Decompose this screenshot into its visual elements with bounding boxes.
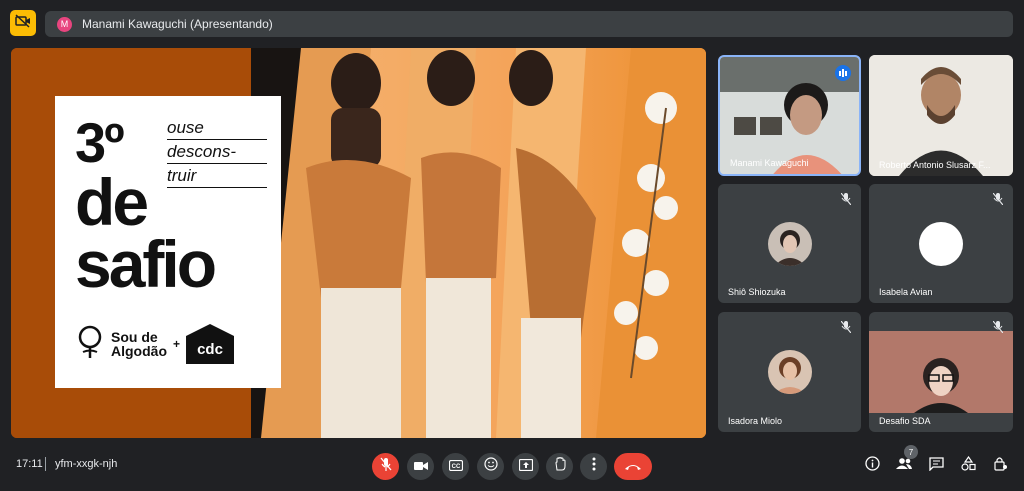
camera-icon xyxy=(413,458,428,476)
presentation-stage: 3º ouse descons- truir de safio Sou de A… xyxy=(11,48,706,438)
participant-name: Isadora Miolo xyxy=(728,416,783,426)
more-options-button[interactable] xyxy=(580,453,607,480)
chat-icon xyxy=(928,456,944,476)
shapes-icon xyxy=(960,455,976,476)
participant-tile[interactable]: Roberto Antonio Slusarz F... xyxy=(869,55,1013,176)
participant-tile[interactable]: Desafio SDA xyxy=(869,312,1013,432)
emoji-icon xyxy=(483,457,498,476)
presenter-bar: M Manami Kawaguchi (Apresentando) xyxy=(45,11,1013,37)
brand-sou-de-algodao: Sou de Algodão xyxy=(111,330,167,358)
presenter-avatar: M xyxy=(57,16,72,32)
hang-up-icon xyxy=(624,458,642,476)
people-button[interactable] xyxy=(894,456,914,476)
closed-captions-icon: CC xyxy=(448,458,463,476)
meeting-code: yfm-xxgk-njh xyxy=(55,458,118,470)
tagline-line-1: ouse xyxy=(167,118,267,140)
cotton-flower-icon xyxy=(75,325,105,364)
avatar xyxy=(768,350,812,394)
speaking-indicator xyxy=(835,65,851,81)
tagline-line-2: descons- xyxy=(167,142,267,164)
avatar xyxy=(919,222,963,266)
mic-off-icon xyxy=(991,192,1005,206)
audio-level-icon xyxy=(838,64,848,82)
slide-title-line-2: safio xyxy=(75,227,217,301)
participant-name: Isabela Avian xyxy=(879,287,933,297)
lock-person-icon xyxy=(993,456,1008,476)
meeting-details-button[interactable] xyxy=(862,456,882,476)
camera-button[interactable] xyxy=(407,453,434,480)
slide-tagline: ouse descons- truir xyxy=(167,118,267,190)
hand-icon xyxy=(554,456,566,476)
slide-title-card: 3º ouse descons- truir de safio Sou de A… xyxy=(55,96,281,388)
leave-call-button[interactable] xyxy=(614,453,652,480)
host-controls-button[interactable] xyxy=(990,456,1010,476)
people-icon xyxy=(896,457,912,475)
mic-off-icon xyxy=(380,457,392,476)
participant-video xyxy=(869,55,1013,176)
svg-text:CC: CC xyxy=(451,464,460,470)
participant-video xyxy=(869,331,1013,413)
divider xyxy=(45,457,46,471)
brand-line-2: Algodão xyxy=(111,343,167,359)
clock: 17:11 xyxy=(16,458,43,470)
mic-off-icon xyxy=(839,192,853,206)
meet-window: M Manami Kawaguchi (Apresentando) 3º ous… xyxy=(0,0,1024,491)
activities-button[interactable] xyxy=(958,455,978,476)
participant-tile[interactable]: Isabela Avian xyxy=(869,184,1013,303)
chat-button[interactable] xyxy=(926,456,946,476)
captions-button[interactable]: CC xyxy=(442,453,469,480)
slide-title-line-1: de xyxy=(75,165,149,239)
present-button[interactable] xyxy=(512,453,539,480)
participant-tile[interactable]: Shiô Shiozuka xyxy=(718,184,861,303)
present-screen-icon xyxy=(518,458,533,476)
slide-logos: Sou de Algodão + cdc xyxy=(75,324,235,364)
camera-off-icon xyxy=(15,13,31,33)
presenter-label: Manami Kawaguchi (Apresentando) xyxy=(82,17,273,31)
participant-name: Shiô Shiozuka xyxy=(728,287,786,297)
more-vert-icon xyxy=(592,457,596,476)
microphone-button[interactable] xyxy=(372,453,399,480)
participant-tile[interactable]: Manami Kawaguchi xyxy=(718,55,861,176)
mic-off-icon xyxy=(839,320,853,334)
reactions-button[interactable] xyxy=(477,453,504,480)
participant-name: Desafio SDA xyxy=(879,416,931,426)
tagline-line-3: truir xyxy=(167,166,267,188)
brand-plus: + xyxy=(173,337,181,351)
info-icon xyxy=(864,456,880,476)
brand-cdc-logo: cdc xyxy=(186,324,235,364)
avatar xyxy=(768,222,812,266)
brand-line-1: Sou de xyxy=(111,329,158,345)
participant-tile[interactable]: Isadora Miolo xyxy=(718,312,861,432)
mic-off-icon xyxy=(991,320,1005,334)
participant-name: Roberto Antonio Slusarz F... xyxy=(879,160,991,170)
camera-off-indicator[interactable] xyxy=(10,10,36,36)
raise-hand-button[interactable] xyxy=(546,453,573,480)
model-photo-collage xyxy=(261,48,706,438)
participant-name: Manami Kawaguchi xyxy=(730,158,809,168)
